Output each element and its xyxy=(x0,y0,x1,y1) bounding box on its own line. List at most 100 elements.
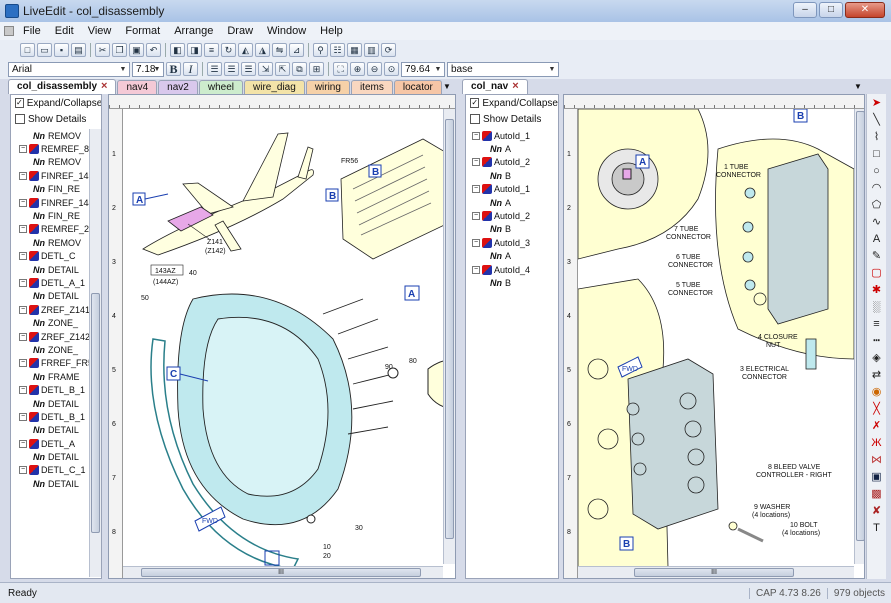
show-details-checkbox[interactable]: Show Details xyxy=(11,111,101,127)
menu-draw[interactable]: Draw xyxy=(220,25,260,37)
scroll-thumb[interactable]: III xyxy=(634,568,794,577)
paste-icon[interactable]: ▣ xyxy=(129,43,144,57)
tab-nav2[interactable]: nav2 xyxy=(158,80,198,94)
collapse-toggle-icon[interactable]: − xyxy=(19,439,27,448)
tree-object-node[interactable]: − AutoId_2 xyxy=(470,209,558,222)
collapse-toggle-icon[interactable]: − xyxy=(472,238,480,247)
break-icon[interactable]: ✗ xyxy=(870,419,884,433)
tree-view-icon[interactable]: ☷ xyxy=(330,43,345,57)
menu-arrange[interactable]: Arrange xyxy=(167,25,220,37)
menu-file[interactable]: File xyxy=(16,25,48,37)
tree-text-node[interactable]: Nn DETAIL xyxy=(11,263,101,276)
collapse-toggle-icon[interactable]: − xyxy=(19,412,27,421)
binoculars-icon[interactable]: ⚲ xyxy=(313,43,328,57)
tree-text-node[interactable]: Nn DETAIL xyxy=(11,424,101,437)
panel-icon[interactable]: ▥ xyxy=(364,43,379,57)
expand-collapse-checkbox[interactable]: ✓ Expand/Collapse xyxy=(11,95,101,111)
tab-col-nav[interactable]: col_nav × xyxy=(462,79,528,94)
flip-vertical-icon[interactable]: ◮ xyxy=(255,43,270,57)
line-icon[interactable]: ╲ xyxy=(870,113,884,127)
line-weight-icon[interactable]: ≡ xyxy=(870,317,884,331)
menu-window[interactable]: Window xyxy=(260,25,313,37)
tree-text-node[interactable]: Nn FIN_RE xyxy=(11,183,101,196)
canvas-vertical-scrollbar[interactable] xyxy=(854,109,864,564)
collapse-toggle-icon[interactable]: − xyxy=(19,305,27,314)
tree-object-node[interactable]: − FINREF_144 xyxy=(11,196,101,209)
skew-icon[interactable]: ⊿ xyxy=(289,43,304,57)
collapse-toggle-icon[interactable]: − xyxy=(19,198,27,207)
collapse-toggle-icon[interactable]: − xyxy=(19,252,27,261)
right-drawing-canvas[interactable]: 12345678 A B FWD B 1 TUBE CONNECTOR 7 TU… xyxy=(563,94,865,579)
tree-text-node[interactable]: Nn DETAIL xyxy=(11,290,101,303)
scroll-thumb[interactable]: III xyxy=(141,568,421,577)
tree-text-node[interactable]: Nn REMOV xyxy=(11,156,101,169)
zoom-actual-icon[interactable]: ⊙ xyxy=(384,62,399,76)
tree-text-node[interactable]: Nn DETAIL xyxy=(11,397,101,410)
scroll-thumb[interactable] xyxy=(445,119,454,539)
tree-object-node[interactable]: − DETL_A_1 xyxy=(11,276,101,289)
menu-view[interactable]: View xyxy=(81,25,119,37)
tree-text-node[interactable]: Nn DETAIL xyxy=(11,450,101,463)
tree-vertical-scrollbar[interactable] xyxy=(89,129,101,577)
collapse-toggle-icon[interactable]: − xyxy=(472,185,480,194)
image-icon[interactable]: ▩ xyxy=(870,487,884,501)
hatch-icon[interactable]: ░ xyxy=(870,300,884,314)
flip-horizontal-icon[interactable]: ◭ xyxy=(238,43,253,57)
import-icon[interactable]: ⇲ xyxy=(258,62,273,76)
rotate-icon[interactable]: ↻ xyxy=(221,43,236,57)
rectangle-icon[interactable]: □ xyxy=(870,147,884,161)
tab-wheel[interactable]: wheel xyxy=(198,80,243,94)
tree-object-node[interactable]: − DETL_B_1 xyxy=(11,410,101,423)
tree-object-node[interactable]: − ZREF_Z142 xyxy=(11,330,101,343)
zoom-in-icon[interactable]: ⊕ xyxy=(350,62,365,76)
expand-collapse-checkbox[interactable]: ✓ Expand/Collapse xyxy=(466,95,558,111)
pen-icon[interactable]: ✎ xyxy=(870,249,884,263)
tab-wiring[interactable]: wiring xyxy=(305,80,350,94)
align-right-icon[interactable]: ☰ xyxy=(241,62,256,76)
close-tab-icon[interactable]: × xyxy=(512,80,518,92)
align-center-icon[interactable]: ☰ xyxy=(224,62,239,76)
tree-object-node[interactable]: − AutoId_2 xyxy=(470,156,558,169)
tree-text-node[interactable]: Nn FIN_RE xyxy=(11,209,101,222)
tree-object-node[interactable]: − REMREF_8 xyxy=(11,142,101,155)
canvas-vertical-scrollbar[interactable] xyxy=(443,109,455,564)
collapse-toggle-icon[interactable]: − xyxy=(19,171,27,180)
tab-nav4[interactable]: nav4 xyxy=(117,80,158,94)
collapse-toggle-icon[interactable]: − xyxy=(19,332,27,341)
tab-items[interactable]: items xyxy=(350,80,393,94)
collapse-toggle-icon[interactable]: − xyxy=(19,386,27,395)
collapse-toggle-icon[interactable]: − xyxy=(19,278,27,287)
collapse-toggle-icon[interactable]: − xyxy=(472,131,480,140)
join-icon[interactable]: ⋈ xyxy=(870,453,884,467)
tree-object-node[interactable]: − ZREF_Z141 xyxy=(11,303,101,316)
tree-object-node[interactable]: − REMREF_2 xyxy=(11,223,101,236)
refresh-icon[interactable]: ⟳ xyxy=(381,43,396,57)
tree-object-node[interactable]: − DETL_C xyxy=(11,250,101,263)
minimize-button[interactable]: – xyxy=(793,2,817,18)
tree-object-node[interactable]: − DETL_C_1 xyxy=(11,464,101,477)
left-drawing-canvas[interactable]: 12345678 A Z141 (Z142) FR56 B B A 143AZ … xyxy=(108,94,456,579)
group-icon[interactable]: ⧉ xyxy=(292,62,307,76)
show-details-checkbox[interactable]: Show Details xyxy=(466,111,558,127)
polyline-icon[interactable]: ⌇ xyxy=(870,130,884,144)
layer-select[interactable]: base ▼ xyxy=(447,61,559,77)
star-icon[interactable]: ✱ xyxy=(870,283,884,297)
tree-text-node[interactable]: Nn B xyxy=(470,223,558,236)
tree-text-node[interactable]: Nn ZONE_ xyxy=(11,343,101,356)
collapse-toggle-icon[interactable]: − xyxy=(19,225,27,234)
tree-text-node[interactable]: Nn REMOV xyxy=(11,129,101,142)
font-size-select[interactable]: 7.18 ▼ xyxy=(132,61,164,77)
tree-text-node[interactable]: Nn B xyxy=(470,276,558,289)
text-icon[interactable]: A xyxy=(870,232,884,246)
export-icon[interactable]: ⇱ xyxy=(275,62,290,76)
zoom-out-icon[interactable]: ⊖ xyxy=(367,62,382,76)
tab-wire-diag[interactable]: wire_diag xyxy=(244,80,305,94)
bold-icon[interactable]: B xyxy=(166,62,181,76)
tab-col-disassembly[interactable]: col_disassembly × xyxy=(8,79,117,94)
open-folder-icon[interactable]: ▭ xyxy=(37,43,52,57)
ellipse-icon[interactable]: ○ xyxy=(870,164,884,178)
tree-text-node[interactable]: Nn B xyxy=(470,169,558,182)
tree-object-node[interactable]: − AutoId_1 xyxy=(470,183,558,196)
mirror-icon[interactable]: ⇋ xyxy=(272,43,287,57)
text-format-icon[interactable]: T xyxy=(870,521,884,535)
